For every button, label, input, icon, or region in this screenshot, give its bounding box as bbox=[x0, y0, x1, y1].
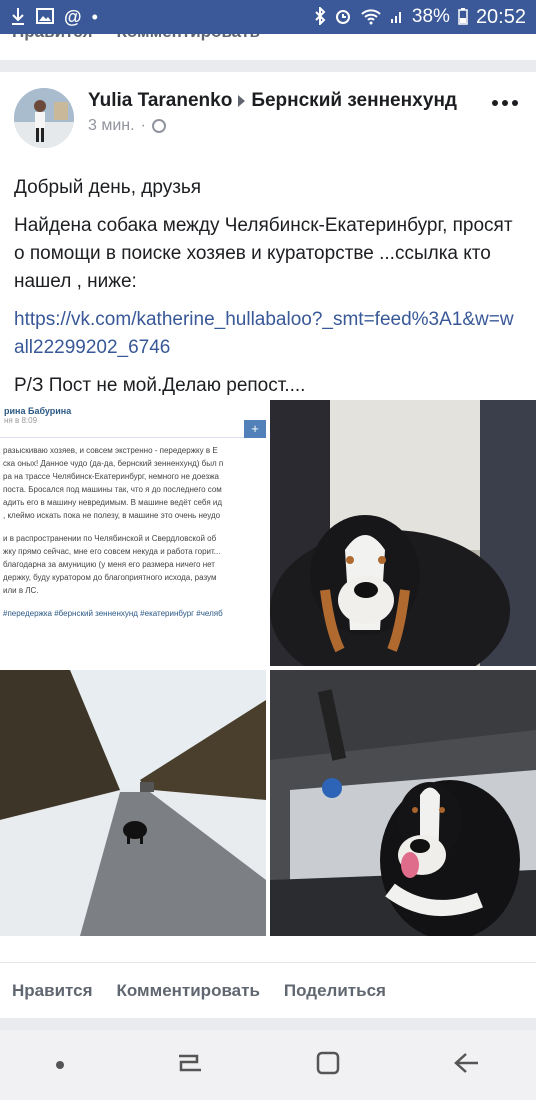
screenshot-line: держку, буду куратором до благоприятного… bbox=[3, 573, 217, 582]
author-line: Yulia Taranenko Бернский зенненхунд bbox=[88, 88, 478, 113]
status-bar: @ • 38% 20:52 bbox=[0, 0, 536, 34]
comment-button[interactable]: Комментировать bbox=[117, 981, 260, 1001]
screenshot-author: рина Бабурина bbox=[4, 406, 72, 416]
alarm-icon bbox=[334, 7, 352, 28]
screenshot-body: разыскиваю хозяев, и совсем экстренно - … bbox=[0, 438, 266, 626]
like-button[interactable]: Нравится bbox=[12, 981, 93, 1001]
battery-percent: 38% bbox=[411, 6, 450, 27]
post-card: Yulia Taranenko Бернский зенненхунд 3 мин… bbox=[0, 72, 536, 1018]
more-options-icon[interactable] bbox=[492, 100, 518, 106]
photo-screenshot[interactable]: рина Бабурина ня в 8:09 + разыскиваю хоз… bbox=[0, 400, 266, 666]
back-icon[interactable] bbox=[453, 1052, 480, 1079]
globe-icon bbox=[151, 119, 166, 133]
post-text-greeting: Добрый день, друзья bbox=[14, 177, 202, 198]
photo-grid: рина Бабурина ня в 8:09 + разыскиваю хоз… bbox=[0, 400, 536, 936]
bluetooth-icon bbox=[314, 5, 326, 28]
clock: 20:52 bbox=[475, 5, 526, 28]
navigation-bar bbox=[0, 1030, 536, 1100]
post-time[interactable]: 3 мин. bbox=[88, 117, 135, 135]
share-button[interactable]: Поделиться bbox=[284, 981, 386, 1001]
screenshot-line: поста. Бросался под машины так, что я до… bbox=[3, 485, 222, 494]
screenshot-line: или в ЛС. bbox=[3, 586, 39, 595]
dot-icon: • bbox=[91, 7, 98, 27]
post-meta: 3 мин. · bbox=[88, 117, 478, 135]
download-icon bbox=[10, 7, 26, 28]
screenshot-line: разыскиваю хозяев, и совсем экстренно - … bbox=[3, 446, 218, 455]
screenshot-tags: #передержка #бернский зенненхунд #екатер… bbox=[3, 609, 223, 618]
dot-icon[interactable] bbox=[56, 1061, 65, 1069]
author-name[interactable]: Yulia Taranenko bbox=[88, 90, 232, 111]
screenshot-line: ска оных! Данное чудо (да-да, бернский з… bbox=[3, 459, 224, 468]
post-link[interactable]: https://vk.com/katherine_hullabaloo?_smt… bbox=[14, 309, 514, 358]
arrow-right-icon bbox=[238, 94, 246, 107]
screenshot-line: благодарна за амуницию (у меня его разме… bbox=[3, 560, 215, 569]
signal-icon bbox=[390, 8, 404, 27]
screenshot-line: ра на трассе Челябинск-Екатеринбург, нем… bbox=[3, 472, 219, 481]
post-header: Yulia Taranenko Бернский зенненхунд 3 мин… bbox=[88, 88, 478, 135]
home-icon[interactable] bbox=[315, 1050, 341, 1081]
post-text-main: Найдена собака между Челябинск-Екатеринб… bbox=[14, 215, 513, 292]
screenshot-line: адить его в машину невредимым. В машине … bbox=[3, 498, 223, 507]
avatar[interactable] bbox=[14, 88, 74, 148]
photo-dog-road[interactable] bbox=[0, 670, 266, 936]
gallery-icon bbox=[36, 7, 54, 27]
previous-comment-button[interactable]: Комментировать bbox=[117, 34, 260, 42]
post-actions: Нравится Комментировать Поделиться bbox=[0, 962, 536, 1018]
recent-apps-icon[interactable] bbox=[177, 1052, 203, 1079]
post-text-note: Р/З Пост не мой.Делаю репост.... bbox=[14, 375, 306, 396]
post-text: Добрый день, друзья Найдена собака между… bbox=[14, 174, 524, 410]
screenshot-line: , клеймо искать пока не полезу, в машине… bbox=[3, 511, 221, 520]
screenshot-date: ня в 8:09 bbox=[4, 416, 38, 425]
at-icon: @ bbox=[64, 7, 82, 27]
photo-dog-car-seat[interactable] bbox=[270, 400, 536, 666]
battery-icon bbox=[458, 7, 468, 28]
screenshot-header: рина Бабурина ня в 8:09 bbox=[0, 400, 266, 438]
meta-separator: · bbox=[140, 117, 146, 134]
screenshot-line: жку прямо сейчас, мне его совсем некуда … bbox=[3, 547, 221, 556]
previous-like-button[interactable]: Нравится bbox=[12, 34, 93, 42]
group-name[interactable]: Бернский зенненхунд bbox=[251, 90, 457, 111]
screenshot-plus: + bbox=[244, 420, 266, 438]
photo-dog-window[interactable] bbox=[270, 670, 536, 936]
screenshot-line: и в распространении по Челябинской и Све… bbox=[3, 534, 217, 543]
wifi-icon bbox=[360, 7, 382, 28]
previous-post-actions: Нравится Комментировать bbox=[0, 34, 536, 60]
